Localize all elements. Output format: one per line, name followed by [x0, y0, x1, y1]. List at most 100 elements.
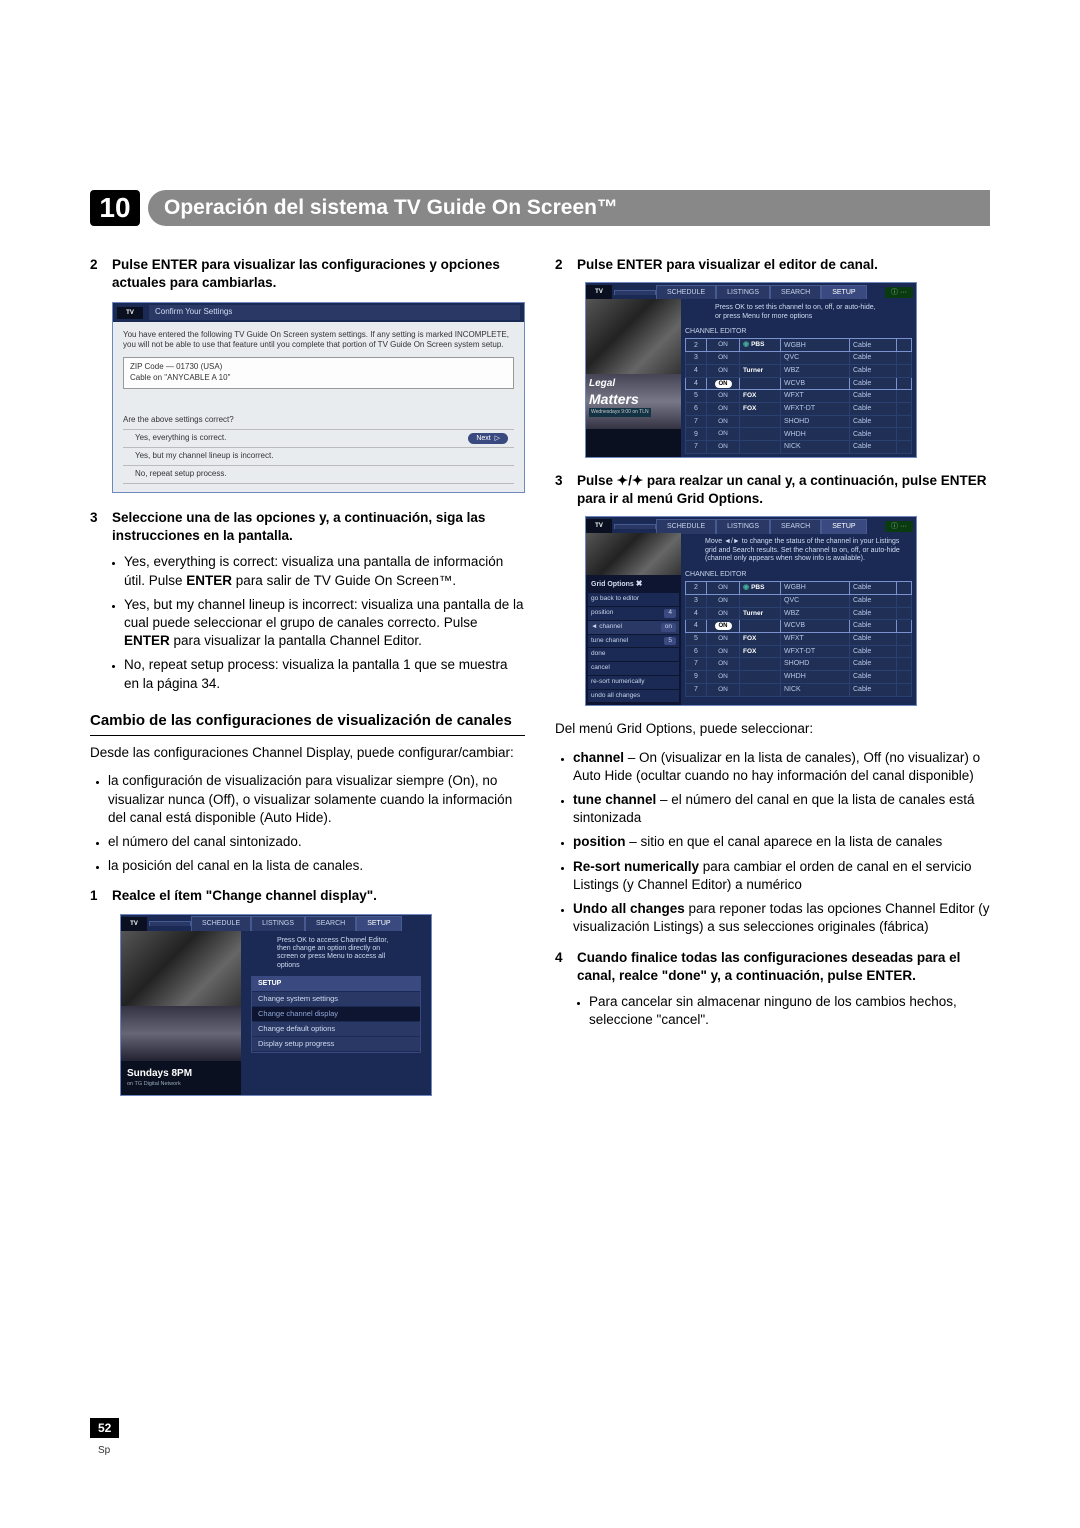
table-row[interactable]: 5ONFOXWFXTCable: [686, 390, 912, 403]
table-row[interactable]: 6ONFOXWFXT-DTCable: [686, 402, 912, 415]
tv-body: Grid Options ✖ go back to editor positio…: [586, 533, 916, 705]
tab-listings[interactable]: LISTINGS: [716, 519, 770, 533]
confirm-option-2[interactable]: Yes, but my channel lineup is incorrect.: [123, 448, 514, 466]
tab-schedule[interactable]: SCHEDULE: [656, 285, 716, 299]
tab-listings[interactable]: LISTINGS: [716, 285, 770, 299]
step-4r-bullets: Para cancelar sin almacenar ninguno de l…: [555, 993, 990, 1029]
step-3-bullets: Yes, everything is correct: visualiza un…: [90, 553, 525, 693]
table-row[interactable]: 4ONTurnerWBZCable: [686, 364, 912, 377]
tab-search[interactable]: SEARCH: [770, 519, 821, 533]
channel-grid[interactable]: 2ON◉ PBSWGBHCable3ONQVCCable4ONTurnerWBZ…: [685, 581, 912, 697]
tvguide-logo-icon: TV: [586, 519, 612, 533]
grid-options-screenshot: TV SCHEDULE LISTINGS SEARCH SETUP ⓘ ··· …: [585, 516, 917, 706]
tab-setup[interactable]: SETUP: [356, 916, 401, 930]
setup-right: Press OK to access Channel Editor, then …: [241, 931, 431, 1095]
editor-right: Press OK to set this channel to on, off,…: [681, 299, 916, 457]
go-tune[interactable]: tune channel5: [588, 635, 679, 648]
go-position[interactable]: position4: [588, 607, 679, 620]
step-3: 3 Seleccione una de las opciones y, a co…: [90, 509, 525, 545]
paragraph: Desde las configuraciones Channel Displa…: [90, 744, 525, 762]
preview-pane: Sundays 8PM on TG Digital Network: [121, 931, 241, 1095]
page-language: Sp: [98, 1445, 110, 1456]
table-row[interactable]: 9ONWHDHCable: [686, 428, 912, 441]
page-number: 52: [90, 1418, 119, 1438]
promo-sub: on TG Digital Network: [121, 1081, 241, 1094]
table-row[interactable]: 7ONNICKCable: [686, 441, 912, 454]
table-row[interactable]: 7ONNICKCable: [686, 683, 912, 696]
tab-schedule[interactable]: SCHEDULE: [656, 519, 716, 533]
tab-schedule[interactable]: SCHEDULE: [191, 916, 251, 930]
confirm-titlebar: TV Confirm Your Settings: [113, 303, 524, 322]
spacer: [614, 524, 656, 529]
chapter-header: 10 Operación del sistema TV Guide On Scr…: [90, 190, 990, 226]
tab-setup[interactable]: SETUP: [821, 285, 866, 299]
option-label: No, repeat setup process.: [135, 469, 227, 480]
list-item: Re-sort numerically para cambiar el orde…: [573, 858, 990, 894]
table-row[interactable]: 5ONFOXWFXTCable: [686, 632, 912, 645]
table-row[interactable]: 7ONSHOHDCable: [686, 415, 912, 428]
option-label: Yes, but my channel lineup is incorrect.: [135, 451, 273, 462]
table-row[interactable]: 2ON◉ PBSWGBHCable: [686, 339, 912, 352]
table-row[interactable]: 4ONWCVBCable: [686, 377, 912, 389]
confirm-option-1[interactable]: Yes, everything is correct. Next ▷: [123, 429, 514, 448]
step-number: 3: [555, 472, 577, 508]
go-back[interactable]: go back to editor: [588, 593, 679, 606]
list-item: No, repeat setup process: visualiza la p…: [124, 656, 525, 692]
chapter-title: Operación del sistema TV Guide On Screen…: [148, 190, 990, 226]
setup-item[interactable]: Change default options: [252, 1022, 420, 1037]
step-text: Pulse ✦/✦ para realzar un canal y, a con…: [577, 472, 990, 508]
table-row[interactable]: 7ONSHOHDCable: [686, 658, 912, 671]
step-text: Seleccione una de las opciones y, a cont…: [112, 509, 525, 545]
table-row[interactable]: 2ON◉ PBSWGBHCable: [686, 582, 912, 595]
left-column: 2 Pulse ENTER para visualizar las config…: [90, 256, 525, 1110]
grid-options-pane: Grid Options ✖ go back to editor positio…: [586, 533, 681, 705]
confirm-option-3[interactable]: No, repeat setup process.: [123, 466, 514, 484]
table-row[interactable]: 4ONWCVBCable: [686, 620, 912, 632]
table-row[interactable]: 3ONQVCCable: [686, 594, 912, 607]
editor-title: CHANNEL EDITOR: [685, 327, 912, 336]
tv-tabs: TV SCHEDULE LISTINGS SEARCH SETUP: [121, 915, 431, 931]
setup-item[interactable]: Change system settings: [252, 992, 420, 1007]
step-text: Realce el ítem "Change channel display".: [112, 887, 525, 905]
go-channel[interactable]: ◄ channelon: [588, 621, 679, 634]
table-row[interactable]: 4ONTurnerWBZCable: [686, 607, 912, 620]
tv-tabs: TV SCHEDULE LISTINGS SEARCH SETUP ⓘ ···: [586, 283, 916, 299]
step-4r: 4 Cuando finalice todas las configuracio…: [555, 949, 990, 985]
tab-search[interactable]: SEARCH: [305, 916, 356, 930]
go-title: Grid Options ✖: [588, 577, 679, 592]
setup-hint: Press OK to access Channel Editor, then …: [277, 937, 395, 971]
grid-options-panel: Grid Options ✖ go back to editor positio…: [586, 575, 681, 705]
setup-item[interactable]: Display setup progress: [252, 1037, 420, 1052]
channel-grid[interactable]: 2ON◉ PBSWGBHCable3ONQVCCable4ONTurnerWBZ…: [685, 338, 912, 454]
confirm-zip: ZIP Code — 01730 (USA): [130, 362, 507, 373]
tab-search[interactable]: SEARCH: [770, 285, 821, 299]
table-row[interactable]: 6ONFOXWFXT-DTCable: [686, 645, 912, 658]
step-3r: 3 Pulse ✦/✦ para realzar un canal y, a c…: [555, 472, 990, 508]
go-done[interactable]: done: [588, 648, 679, 661]
list-item: position – sitio en que el canal aparece…: [573, 833, 990, 851]
list-item: el número del canal sintonizado.: [108, 833, 525, 851]
table-row[interactable]: 9ONWHDHCable: [686, 671, 912, 684]
info-badge-icon: ⓘ ···: [885, 521, 913, 532]
go-undo[interactable]: undo all changes: [588, 690, 679, 703]
tab-listings[interactable]: LISTINGS: [251, 916, 305, 930]
step-text: Pulse ENTER para visualizar las configur…: [112, 256, 525, 292]
step-number: 2: [90, 256, 112, 292]
step-number: 4: [555, 949, 577, 985]
editor-hint: Press OK to set this channel to on, off,…: [715, 304, 882, 321]
go-resort[interactable]: re-sort numerically: [588, 676, 679, 689]
go-hint: Move ◄/► to change the status of the cha…: [705, 538, 902, 563]
tab-setup[interactable]: SETUP: [821, 519, 866, 533]
next-button[interactable]: Next ▷: [468, 433, 508, 444]
list-item: Para cancelar sin almacenar ninguno de l…: [589, 993, 990, 1029]
promo-title: Sundays 8PM: [121, 1061, 241, 1082]
editor-right: Move ◄/► to change the status of the cha…: [681, 533, 916, 705]
table-row[interactable]: 3ONQVCCable: [686, 352, 912, 365]
up-down-icon: ✦/✦: [617, 473, 643, 488]
close-x-icon[interactable]: ✖: [636, 579, 643, 588]
setup-item-selected[interactable]: Change channel display: [252, 1007, 420, 1022]
tvguide-logo-icon: TV: [586, 285, 612, 299]
tv-body: Sundays 8PM on TG Digital Network Press …: [121, 931, 431, 1095]
go-cancel[interactable]: cancel: [588, 662, 679, 675]
grid-options-bullets: channel – On (visualizar en la lista de …: [555, 749, 990, 937]
